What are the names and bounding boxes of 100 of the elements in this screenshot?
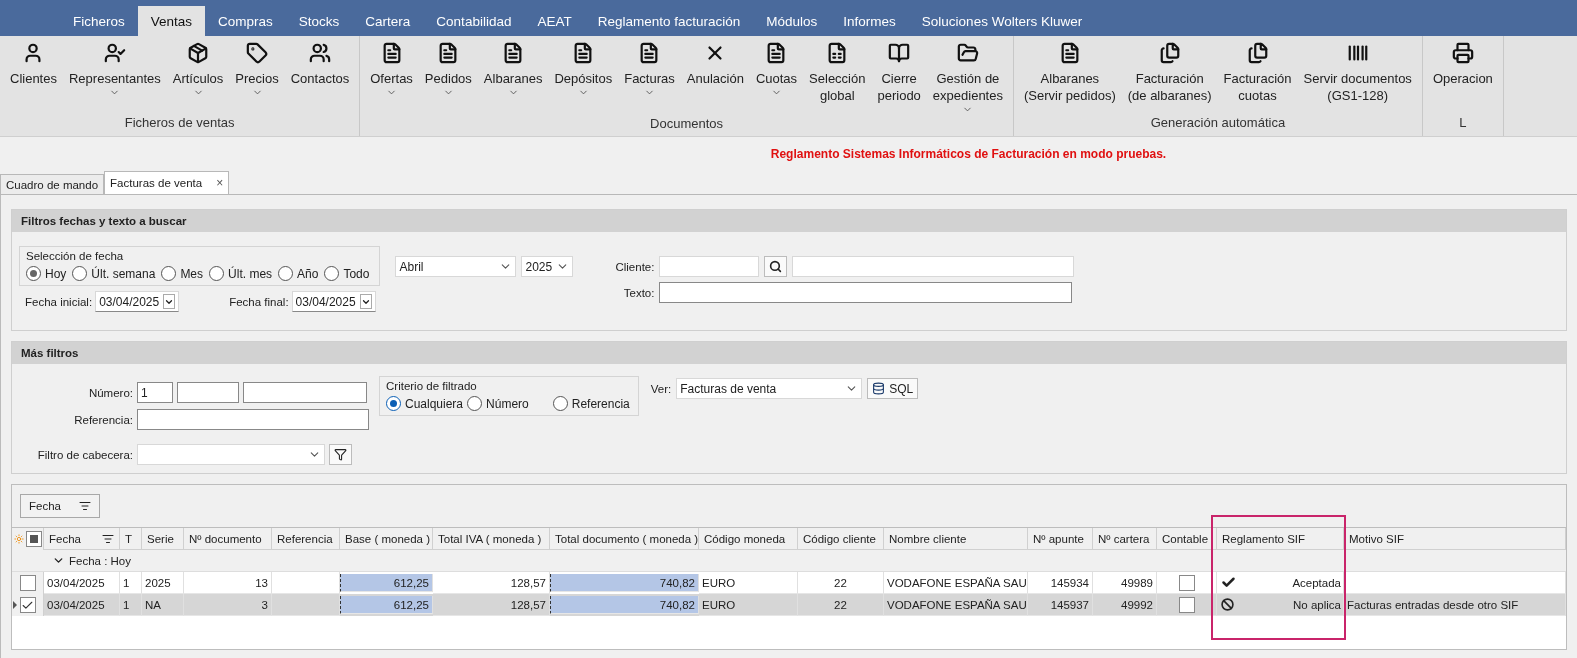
- column-header[interactable]: Referencia: [272, 528, 340, 550]
- radio-option[interactable]: Últ. semana: [72, 266, 156, 281]
- row-checkbox[interactable]: [1178, 574, 1195, 591]
- radio-option[interactable]: Últ. mes: [209, 266, 273, 281]
- table-cell: 740,82: [550, 596, 699, 614]
- table-cell: 1: [120, 594, 142, 616]
- ribbon-button[interactable]: Anulación: [680, 36, 750, 115]
- filter-icon: [334, 448, 347, 461]
- column-header[interactable]: Contable: [1157, 528, 1217, 550]
- ribbon-button[interactable]: Representantes: [62, 36, 167, 114]
- ribbon-button[interactable]: Operacion: [1426, 36, 1499, 114]
- menu-tab[interactable]: Ficheros: [60, 6, 138, 36]
- radio-option[interactable]: Año: [278, 266, 319, 281]
- dropdown-button[interactable]: [163, 294, 176, 309]
- tag-icon: [246, 42, 268, 64]
- menu-tab[interactable]: Reglamento facturación: [584, 6, 754, 36]
- ribbon-button[interactable]: Precios: [229, 36, 285, 114]
- group-row[interactable]: Fecha : Hoy: [12, 550, 1566, 572]
- group-label: Documentos: [649, 115, 725, 133]
- document-tab[interactable]: Facturas de venta ×: [104, 171, 230, 194]
- database-icon: [872, 382, 886, 395]
- close-icon[interactable]: ×: [216, 176, 224, 190]
- reference-field[interactable]: [137, 409, 369, 430]
- menu-tab[interactable]: Compras: [205, 6, 286, 36]
- filter-button[interactable]: [329, 444, 352, 465]
- ribbon-button[interactable]: Artículos: [166, 36, 230, 114]
- date-field[interactable]: 03/04/2025: [95, 291, 180, 312]
- column-header[interactable]: Código moneda: [699, 528, 798, 550]
- column-header[interactable]: Motivo SIF: [1344, 528, 1566, 550]
- number-field[interactable]: [243, 382, 367, 403]
- search-button[interactable]: [764, 256, 788, 277]
- column-header[interactable]: Base ( moneda ): [340, 528, 433, 550]
- ribbon-button[interactable]: Contactos: [284, 36, 356, 114]
- dropdown-button[interactable]: [359, 294, 372, 309]
- field-label: Fecha final:: [229, 295, 289, 308]
- ribbon-button[interactable]: Facturas: [618, 36, 681, 115]
- ribbon-button[interactable]: Clientes: [4, 36, 63, 114]
- column-header[interactable]: Código cliente: [798, 528, 884, 550]
- menu-tab[interactable]: AEAT: [524, 6, 585, 36]
- group-label: Generación automática: [1149, 114, 1287, 132]
- column-header[interactable]: Fecha: [44, 528, 120, 550]
- ribbon-button[interactable]: Cierre periodo: [871, 36, 927, 115]
- number-field[interactable]: [177, 382, 239, 403]
- menu-tab[interactable]: Soluciones Wolters Kluwer: [908, 6, 1096, 36]
- column-header[interactable]: T: [120, 528, 142, 550]
- ribbon-button[interactable]: Servir documentos (GS1-128): [1297, 36, 1418, 114]
- ribbon-button[interactable]: Ofertas: [364, 36, 419, 115]
- column-header[interactable]: Total documento ( moneda ): [550, 528, 699, 550]
- select-all-checkbox[interactable]: [25, 531, 42, 547]
- row-checkbox[interactable]: [1178, 596, 1195, 613]
- column-header[interactable]: Nombre cliente: [884, 528, 1028, 550]
- ribbon-button[interactable]: Cuotas: [749, 36, 804, 115]
- table-row[interactable]: 03/04/2025 1 2025 13 612,25 128,57 740,82 EURO 22 VODAFONE ESPAÑA SAU 145934 49989 Aceptada: [12, 572, 1566, 594]
- month-select[interactable]: Abril: [395, 256, 517, 277]
- client-name-field[interactable]: [792, 256, 1075, 277]
- date-field[interactable]: 03/04/2025: [291, 291, 376, 312]
- column-header[interactable]: Total IVA ( moneda ): [433, 528, 550, 550]
- table-row[interactable]: 03/04/2025 1 NA 3 612,25 128,57 740,82 EURO 22 VODAFONE ESPAÑA SAU 145937 49992 No aplica Facturas entradas desde otro SIF: [12, 594, 1566, 616]
- year-select[interactable]: 2025: [521, 256, 574, 277]
- menu-tab[interactable]: Stocks: [285, 6, 353, 36]
- radio-option[interactable]: Número: [467, 396, 529, 411]
- number-field[interactable]: 1: [137, 382, 173, 403]
- sql-button[interactable]: SQL: [867, 378, 919, 399]
- client-code-field[interactable]: [659, 256, 760, 277]
- row-checkbox[interactable]: [19, 597, 36, 613]
- menu-tab[interactable]: Contabilidad: [423, 6, 525, 36]
- column-header[interactable]: Nº cartera: [1093, 528, 1157, 550]
- column-header[interactable]: Nº documento: [184, 528, 272, 550]
- radio-option[interactable]: Todo: [324, 266, 370, 281]
- table-cell: 612,25: [340, 574, 433, 592]
- row-indicator[interactable]: [12, 594, 44, 616]
- folder-icon: [956, 42, 979, 64]
- ribbon-button[interactable]: Selección global: [803, 36, 872, 115]
- menu-tab[interactable]: Ventas: [137, 6, 206, 36]
- radio-option[interactable]: Hoy: [26, 266, 67, 281]
- ribbon-button[interactable]: Pedidos: [418, 36, 478, 115]
- ribbon-button[interactable]: Gestión de expedientes: [926, 36, 1009, 115]
- document-tab[interactable]: Cuadro de mando: [0, 174, 105, 194]
- ribbon-button[interactable]: Albaranes: [477, 36, 549, 115]
- row-checkbox[interactable]: [19, 575, 36, 591]
- ribbon-button[interactable]: Facturación cuotas: [1217, 36, 1298, 114]
- menu-tab[interactable]: Informes: [830, 6, 909, 36]
- text-field[interactable]: [659, 282, 1073, 303]
- radio-option[interactable]: Referencia: [552, 396, 630, 411]
- ribbon-button[interactable]: Facturación (de albaranes): [1121, 36, 1218, 114]
- radio-option[interactable]: Mes: [161, 266, 204, 281]
- documents-icon: [1158, 42, 1181, 64]
- menu-tab[interactable]: Módulos: [753, 6, 831, 36]
- column-header[interactable]: Serie: [142, 528, 184, 550]
- column-header[interactable]: Nº apunte: [1028, 528, 1093, 550]
- column-header[interactable]: Reglamento SIF: [1217, 528, 1344, 550]
- ribbon-button[interactable]: Depósitos: [548, 36, 619, 115]
- group-by-chip[interactable]: Fecha: [20, 494, 100, 518]
- radio-option[interactable]: Cualquiera: [386, 396, 464, 411]
- ribbon-button[interactable]: Albaranes (Servir pedidos): [1017, 36, 1122, 114]
- table-cell: 145937: [1028, 594, 1093, 616]
- table-cell: 740,82: [550, 574, 699, 592]
- menu-tab[interactable]: Cartera: [352, 6, 424, 36]
- group-legend: Selección de fecha: [26, 250, 374, 262]
- view-select[interactable]: Facturas de venta: [676, 378, 863, 399]
